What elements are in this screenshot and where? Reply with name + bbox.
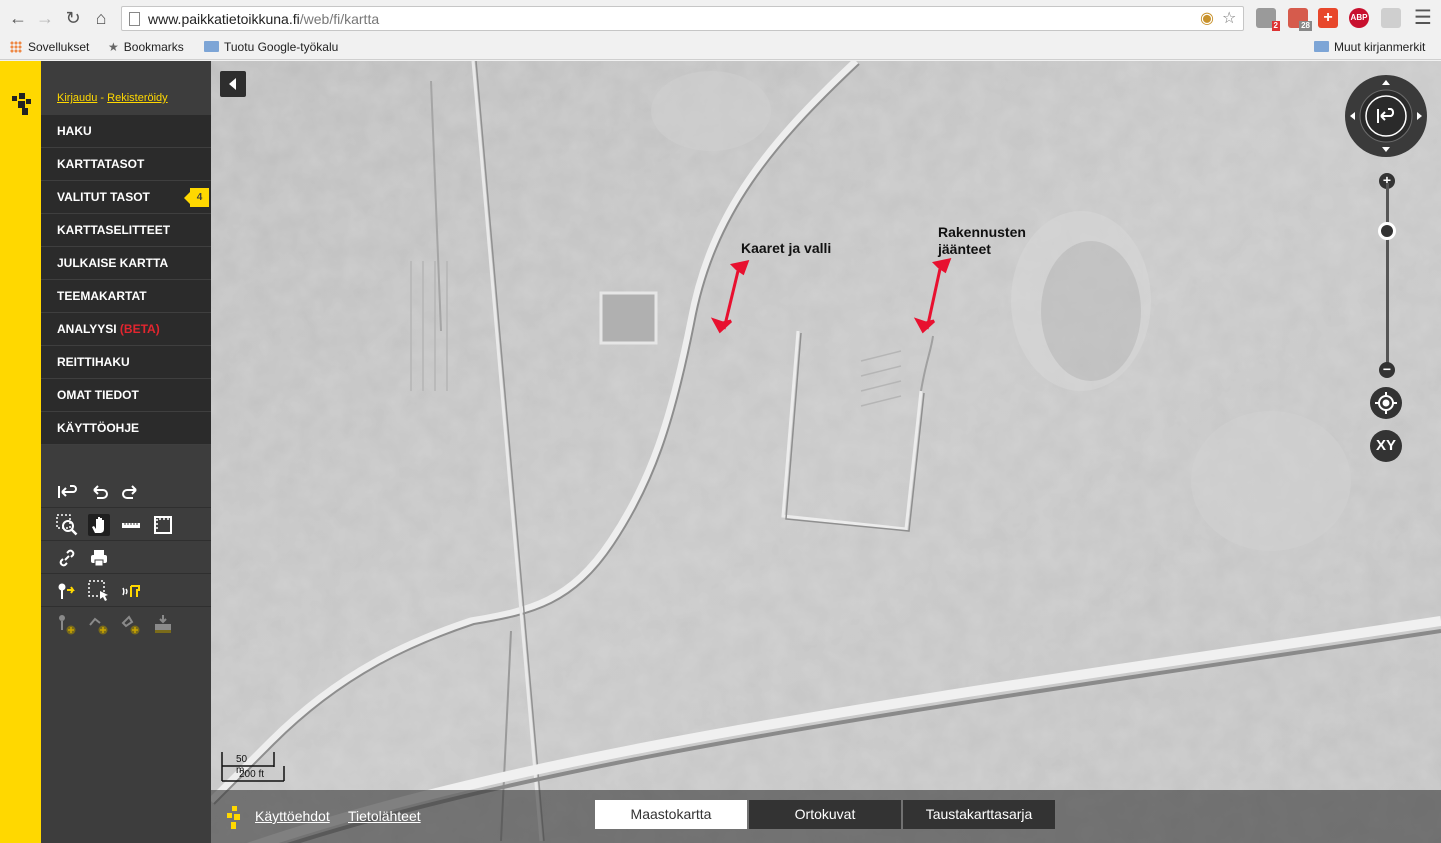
chevron-left-icon — [229, 78, 236, 90]
star-icon: ★ — [108, 40, 119, 54]
bookmark-other-folder[interactable]: Muut kirjanmerkit — [1314, 40, 1425, 54]
folder-icon — [204, 41, 219, 52]
collapse-sidebar-button[interactable] — [220, 71, 246, 97]
terms-link[interactable]: Käyttöehdot — [255, 808, 330, 824]
scale-imperial: 200 ft — [239, 769, 265, 780]
folder-icon — [1314, 41, 1329, 52]
bookmark-apps[interactable]: Sovellukset — [10, 40, 89, 54]
apps-grid-icon — [10, 41, 22, 53]
zoom-slider-track[interactable] — [1386, 183, 1389, 369]
brand-strip — [0, 61, 41, 843]
map-view[interactable]: Kaaret ja valli Rakennusten jäänteet + −… — [211, 61, 1441, 843]
menu-item-omat-tiedot[interactable]: OMAT TIEDOT — [41, 379, 211, 412]
annotation-right-line2: jäänteet — [938, 241, 991, 257]
hillshade-terrain-map[interactable] — [211, 61, 1441, 843]
zoom-slider-handle[interactable] — [1378, 222, 1396, 240]
coordinates-xy-button[interactable]: XY — [1370, 430, 1402, 462]
reset-view-icon[interactable] — [56, 481, 78, 503]
query-tools — [41, 574, 211, 607]
menu-item-analyysi[interactable]: ANALYYSI (BETA) — [41, 313, 211, 346]
pan-control[interactable] — [1345, 75, 1427, 157]
pan-hand-icon[interactable] — [88, 514, 110, 536]
bookmarks-bar: Sovellukset ★ Bookmarks Tuotu Google-työk… — [0, 36, 1441, 60]
add-polygon-icon — [120, 613, 142, 635]
redo-icon[interactable] — [120, 481, 142, 503]
menu-icon[interactable]: ☰ — [1412, 7, 1434, 29]
measure-area-icon[interactable] — [152, 514, 174, 536]
cookie-blocked-icon[interactable]: ◉ — [1200, 11, 1214, 27]
office-extension-icon[interactable] — [1381, 8, 1401, 28]
bell-extension-icon[interactable]: 2 — [1256, 8, 1280, 31]
map-footer: Käyttöehdot Tietolähteet Maastokartta Or… — [211, 790, 1441, 843]
adblock-icon[interactable]: ABP — [1349, 8, 1369, 28]
login-separator: - — [100, 92, 105, 104]
zoom-box-icon[interactable] — [56, 514, 78, 536]
tab-ortokuvat[interactable]: Ortokuvat — [749, 800, 901, 829]
menu-item-haku[interactable]: HAKU — [41, 115, 211, 148]
menu-item-julkaise-kartta[interactable]: JULKAISE KARTTA — [41, 247, 211, 280]
measure-ruler-icon[interactable] — [120, 514, 142, 536]
point-info-icon[interactable] — [56, 580, 78, 602]
navigation-tools — [41, 508, 211, 541]
import-data-icon — [152, 613, 174, 635]
register-link[interactable]: Rekisteröidy — [107, 92, 168, 104]
url-text[interactable]: www.paikkatietoikkuna.fi/web/fi/kartta — [148, 11, 379, 27]
add-point-icon — [56, 613, 78, 635]
drawing-tools — [41, 607, 211, 640]
selected-layers-count-badge: 4 — [184, 188, 209, 207]
tab-maastokartta[interactable]: Maastokartta — [595, 800, 747, 829]
login-link[interactable]: Kirjaudu — [57, 92, 97, 104]
browser-toolbar: ← → ↻ ⌂ www.paikkatietoikkuna.fi/web/fi/… — [0, 0, 1441, 36]
compass-icon — [1350, 80, 1422, 152]
footer-logo-icon — [227, 806, 240, 829]
sidebar: Kirjaudu - Rekisteröidy HAKU KARTTATASOT… — [41, 61, 211, 843]
address-bar[interactable]: www.paikkatietoikkuna.fi/web/fi/kartta ◉… — [121, 6, 1244, 31]
menu-item-teemakartat[interactable]: TEEMAKARTAT — [41, 280, 211, 313]
add-line-icon — [88, 613, 110, 635]
bookmark-bookmarks[interactable]: ★ Bookmarks — [108, 40, 184, 54]
radio-signal-icon[interactable] — [120, 580, 142, 602]
annotation-right-line1: Rakennusten — [938, 224, 1026, 240]
crosshair-icon — [1375, 392, 1397, 414]
forward-arrow-icon[interactable]: → — [34, 7, 56, 29]
login-row: Kirjaudu - Rekisteröidy — [57, 92, 168, 104]
share-tools — [41, 541, 211, 574]
menu-item-karttatasot[interactable]: KARTTATASOT — [41, 148, 211, 181]
menu-item-reittihaku[interactable]: REITTIHAKU — [41, 346, 211, 379]
home-icon[interactable]: ⌂ — [90, 7, 112, 29]
history-tools — [41, 475, 211, 508]
data-sources-link[interactable]: Tietolähteet — [348, 808, 421, 824]
menu-item-kayttoohje[interactable]: KÄYTTÖOHJE — [41, 412, 211, 445]
link-icon[interactable] — [56, 547, 78, 569]
select-area-icon[interactable] — [88, 580, 110, 602]
tab-taustakarttasarja[interactable]: Taustakarttasarja — [903, 800, 1055, 829]
menu-item-karttaselitteet[interactable]: KARTTASELITTEET — [41, 214, 211, 247]
google-plus-extension-icon[interactable]: 28 — [1288, 8, 1312, 31]
annotation-right: Rakennusten jäänteet — [938, 224, 1026, 258]
undo-icon[interactable] — [88, 481, 110, 503]
zoom-out-button[interactable]: − — [1379, 362, 1395, 378]
page-icon — [129, 12, 140, 26]
star-icon[interactable]: ☆ — [1222, 11, 1236, 27]
print-icon[interactable] — [88, 547, 110, 569]
main-menu: HAKU KARTTATASOT VALITUT TASOT 4 KARTTASE… — [41, 115, 211, 445]
back-arrow-icon[interactable]: ← — [7, 7, 29, 29]
beta-tag: (BETA) — [119, 322, 160, 336]
my-location-button[interactable] — [1370, 387, 1402, 419]
annotation-left: Kaaret ja valli — [741, 240, 832, 256]
bookmark-imported-folder[interactable]: Tuotu Google-työkalu — [204, 40, 338, 54]
plus-extension-icon[interactable]: + — [1318, 8, 1338, 28]
reload-icon[interactable]: ↻ — [62, 7, 84, 29]
menu-item-valitut-tasot[interactable]: VALITUT TASOT 4 — [41, 181, 211, 214]
paikkatietoikkuna-logo-icon[interactable] — [10, 93, 32, 115]
